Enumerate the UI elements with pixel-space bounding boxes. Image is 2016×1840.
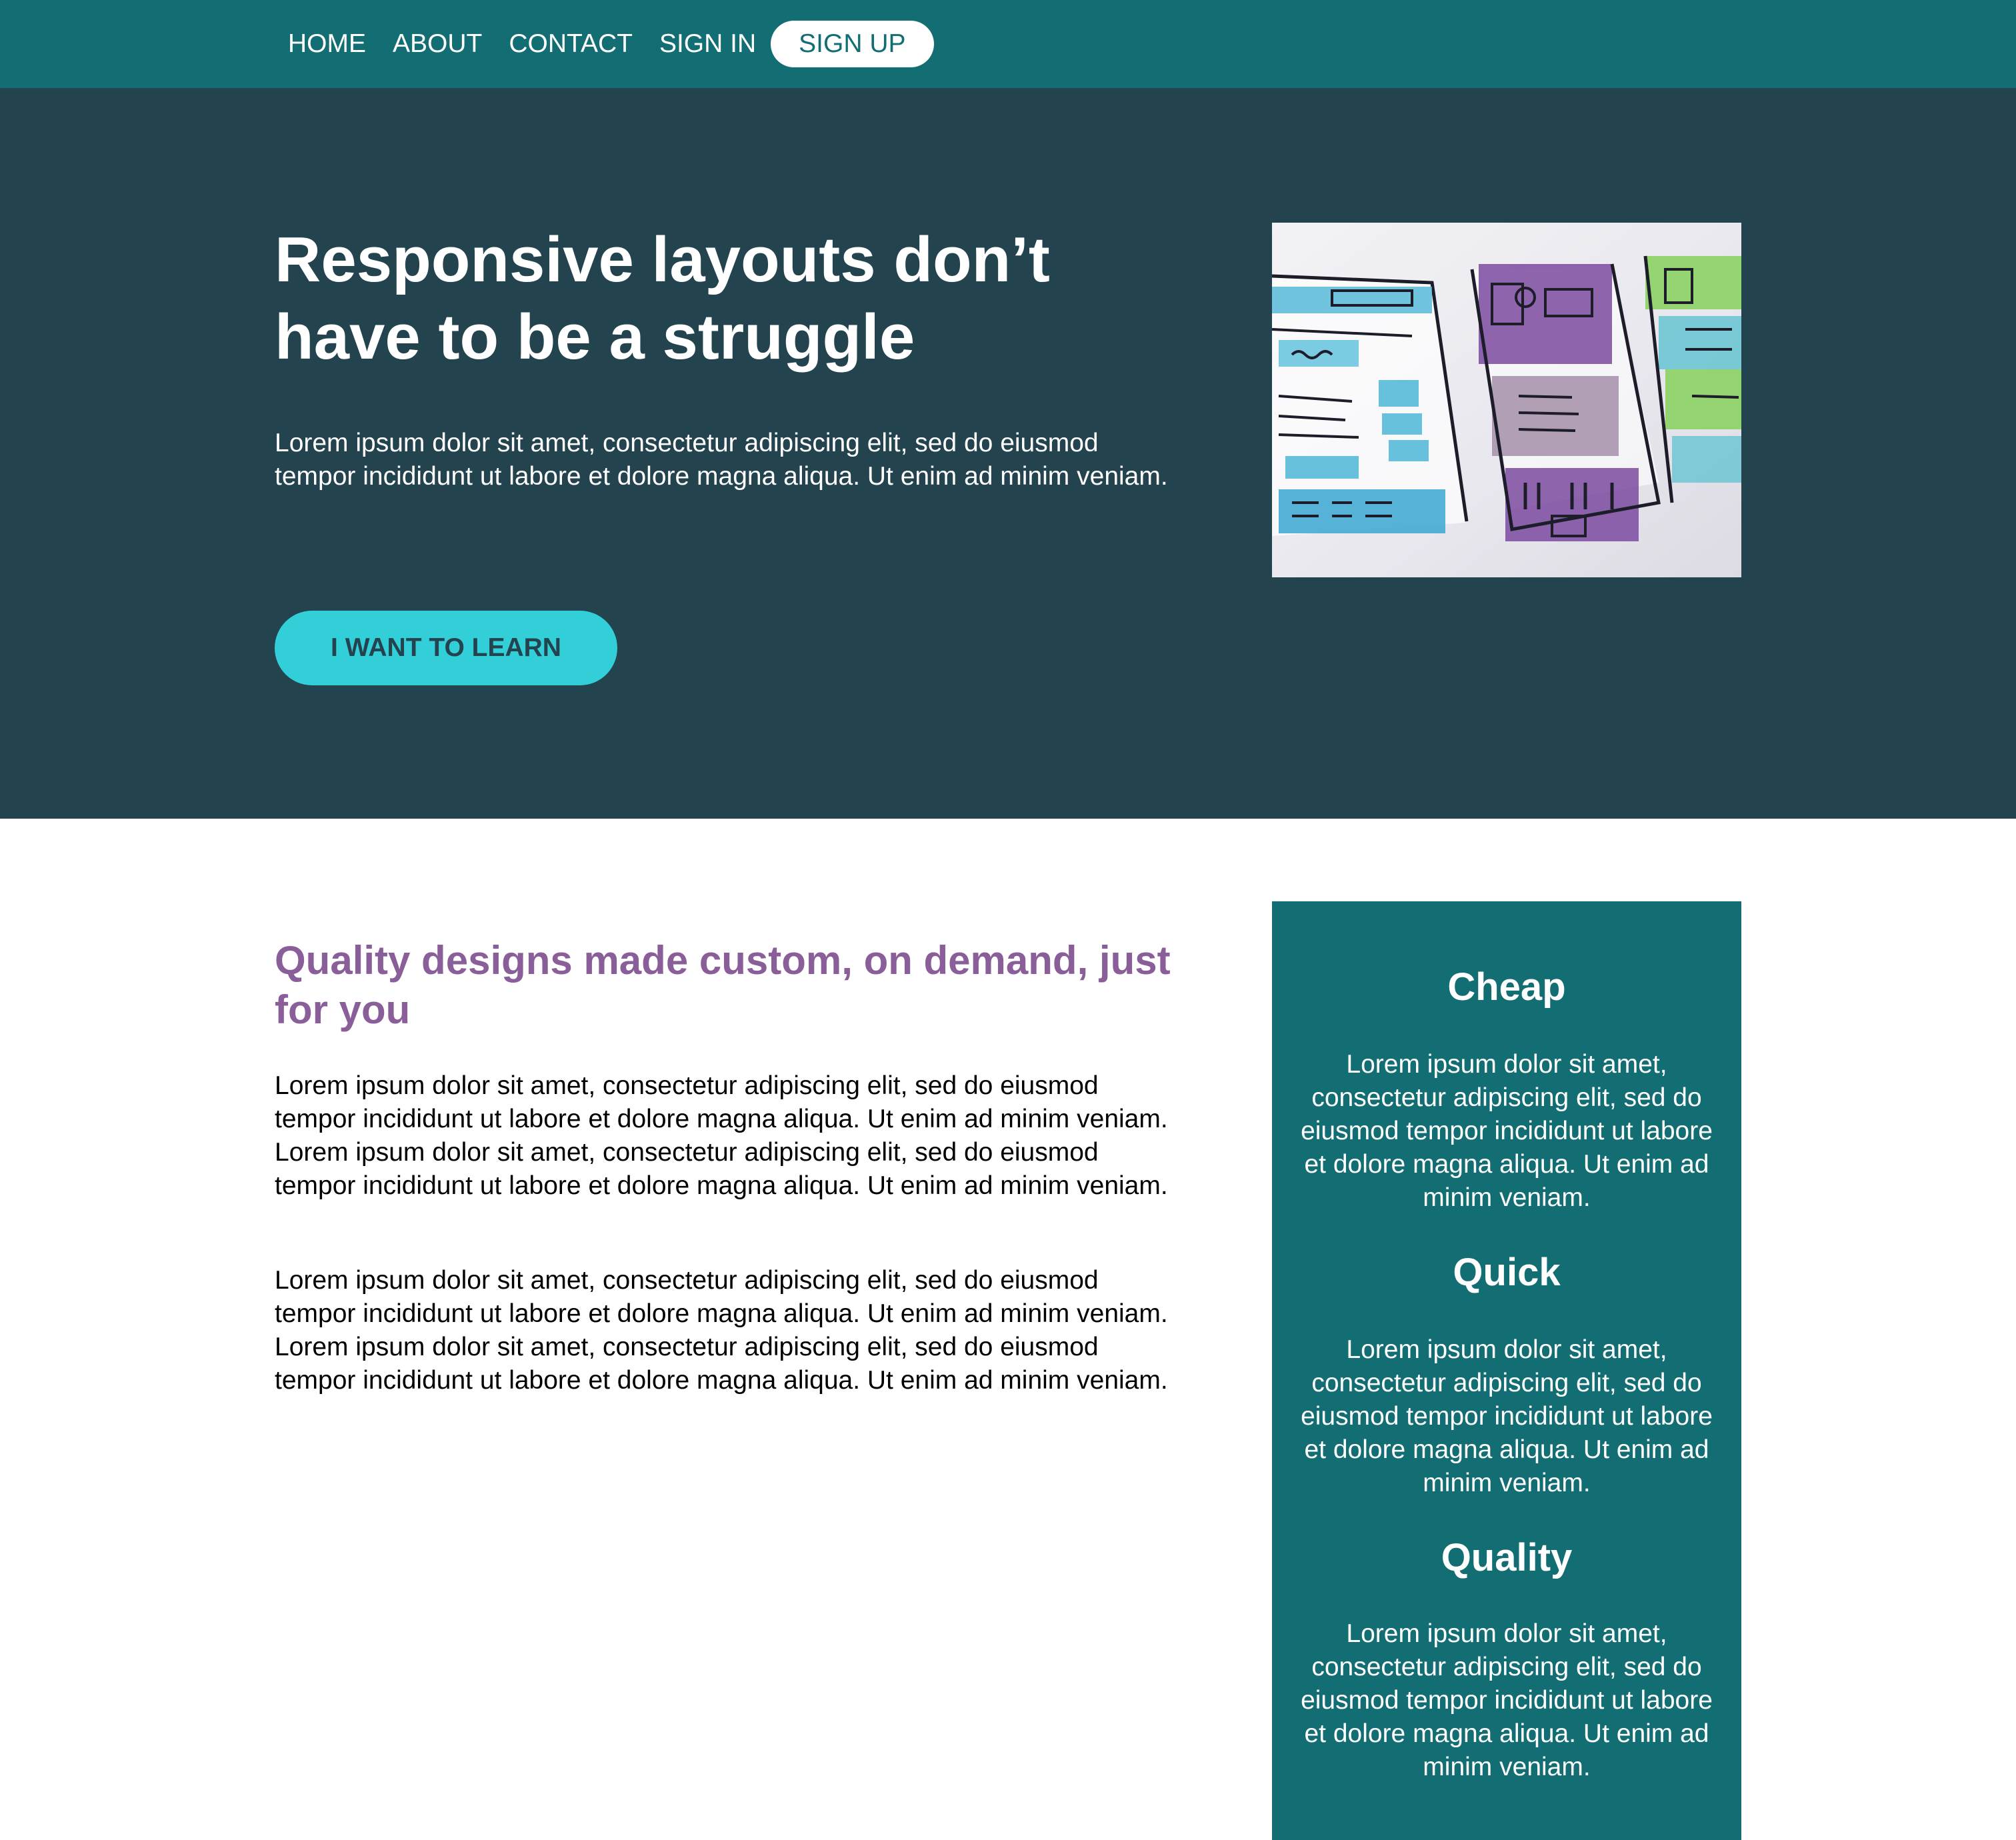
features-sidebar: Cheap Lorem ipsum dolor sit amet, consec… [1272, 901, 1741, 1840]
nav-signup-button[interactable]: SIGN UP [771, 21, 934, 67]
feature-title-quality: Quality [1441, 1536, 1573, 1579]
hero-text: Lorem ipsum dolor sit amet, consectetur … [275, 429, 1168, 491]
nav-link-about[interactable]: ABOUT [379, 20, 495, 68]
feature-text-quality: Lorem ipsum dolor sit amet, consectetur … [1301, 1619, 1713, 1781]
learn-button[interactable]: I WANT TO LEARN [275, 611, 617, 685]
feature-title-quick: Quick [1453, 1251, 1561, 1294]
top-nav: HOME ABOUT CONTACT SIGN IN SIGN UP [0, 0, 2016, 88]
hero-title: Responsive layouts don’t have to be a st… [275, 224, 1050, 373]
nav-link-contact[interactable]: CONTACT [495, 20, 646, 68]
feature-title-cheap: Cheap [1447, 965, 1566, 1009]
feature-text-quick: Lorem ipsum dolor sit amet, consectetur … [1301, 1335, 1713, 1497]
wireframe-sketch-image [1272, 223, 1741, 577]
feature-text-cheap: Lorem ipsum dolor sit amet, consectetur … [1301, 1050, 1713, 1212]
nav-list: HOME ABOUT CONTACT SIGN IN SIGN UP [275, 20, 934, 68]
main-paragraph: Lorem ipsum dolor sit amet, consectetur … [275, 1266, 1168, 1395]
main-heading: Quality designs made custom, on demand, … [275, 938, 1171, 1032]
nav-link-sign-in[interactable]: SIGN IN [646, 20, 769, 68]
hero-section: Responsive layouts don’t have to be a st… [0, 88, 2016, 819]
nav-link-home[interactable]: HOME [275, 20, 379, 68]
main-paragraph: Lorem ipsum dolor sit amet, consectetur … [275, 1071, 1168, 1200]
